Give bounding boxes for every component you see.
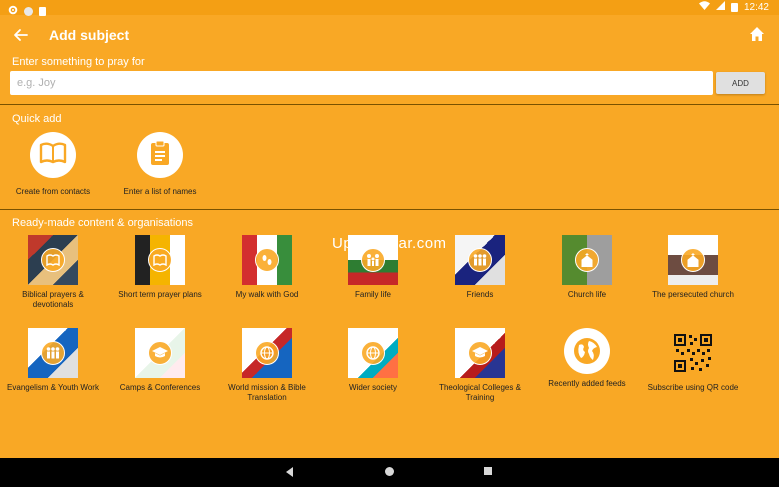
tile-thumbnail [242, 328, 292, 378]
book-icon [41, 248, 65, 272]
church-icon [681, 248, 705, 272]
graduation-cap-icon [148, 341, 172, 365]
status-right: 12:42 [698, 1, 769, 13]
tile-label: My walk with God [235, 290, 299, 299]
tile-subscribe-qr[interactable]: Subscribe using QR code [643, 328, 743, 393]
tile-theological-colleges[interactable]: Theological Colleges & Training [430, 328, 530, 403]
signal-icon [715, 1, 725, 13]
book-icon [148, 248, 172, 272]
tile-label: Church life [567, 290, 607, 299]
tile-label: World mission & Bible Translation [228, 383, 306, 402]
tile-label: Friends [466, 290, 494, 299]
tile-label: Wider society [348, 383, 397, 392]
divider [0, 209, 779, 210]
divider [0, 104, 779, 105]
globe-icon [564, 328, 610, 374]
tile-thumbnail [348, 328, 398, 378]
tile-thumbnail [668, 235, 718, 285]
status-bar: 12:42 [0, 0, 779, 16]
tile-my-walk-with-god[interactable]: My walk with God [217, 235, 317, 300]
quick-add-create-from-contacts[interactable]: Create from contacts [3, 132, 103, 196]
tile-thumbnail [135, 328, 185, 378]
tile-thumbnail [28, 235, 78, 285]
tile-label: Camps & Conferences [119, 383, 201, 392]
quick-add-circle [137, 132, 183, 178]
nav-back-icon[interactable] [286, 467, 293, 477]
footsteps-icon [255, 248, 279, 272]
nav-home-icon[interactable] [385, 467, 394, 476]
people-icon [468, 248, 492, 272]
status-time: 12:42 [743, 1, 769, 13]
tile-church-life[interactable]: Church life [537, 235, 637, 300]
qr-code-icon [668, 328, 718, 378]
tile-thumbnail [455, 235, 505, 285]
add-button[interactable]: ADD [716, 72, 765, 94]
battery-icon [730, 2, 738, 12]
globe-icon [361, 341, 385, 365]
tile-label: Family life [354, 290, 391, 299]
quick-add-title: Quick add [12, 113, 62, 125]
tile-label: Short term prayer plans [118, 290, 202, 299]
system-nav-bar [0, 458, 779, 487]
tile-persecuted-church[interactable]: The persecuted church [643, 235, 743, 300]
tile-label: The persecuted church [652, 290, 734, 299]
tile-biblical-prayers[interactable]: Biblical prayers & devotionals [3, 235, 103, 310]
tile-thumbnail [455, 328, 505, 378]
tile-camps-conferences[interactable]: Camps & Conferences [110, 328, 210, 393]
tile-short-term-plans[interactable]: Short term prayer plans [110, 235, 210, 300]
tile-thumbnail [242, 235, 292, 285]
back-arrow-icon[interactable] [10, 24, 32, 46]
page-title: Add subject [49, 27, 130, 43]
tile-label: Subscribe using QR code [647, 383, 739, 392]
quick-add-label: Create from contacts [15, 187, 91, 196]
clipboard-icon [149, 140, 171, 171]
tile-thumbnail [562, 235, 612, 285]
graduation-cap-icon [468, 341, 492, 365]
quick-add-circle [30, 132, 76, 178]
subject-input[interactable] [10, 71, 713, 95]
tile-label: Theological Colleges & Training [439, 383, 521, 402]
tile-label: Biblical prayers & devotionals [22, 290, 84, 309]
tile-thumbnail [135, 235, 185, 285]
globe-icon [255, 341, 279, 365]
home-icon[interactable] [747, 24, 767, 44]
watermark: UpdateStar.com [332, 235, 447, 252]
tile-thumbnail [28, 328, 78, 378]
tile-recently-added[interactable]: Recently added feeds [537, 328, 637, 389]
tile-world-mission[interactable]: World mission & Bible Translation [217, 328, 317, 403]
people-icon [41, 341, 65, 365]
quick-add-enter-list[interactable]: Enter a list of names [110, 132, 210, 196]
tile-wider-society[interactable]: Wider society [323, 328, 423, 393]
tile-evangelism-youth[interactable]: Evangelism & Youth Work [3, 328, 103, 393]
tile-label: Recently added feeds [548, 379, 626, 388]
entry-prompt: Enter something to pray for [12, 56, 145, 68]
tile-label: Evangelism & Youth Work [7, 383, 99, 392]
quick-add-label: Enter a list of names [123, 187, 197, 196]
book-icon [39, 142, 67, 169]
church-icon [575, 248, 599, 272]
nav-recents-icon[interactable] [484, 467, 492, 475]
wifi-icon [698, 1, 710, 13]
ready-made-title: Ready-made content & organisations [12, 217, 193, 229]
app-bar: Add subject [0, 15, 779, 55]
